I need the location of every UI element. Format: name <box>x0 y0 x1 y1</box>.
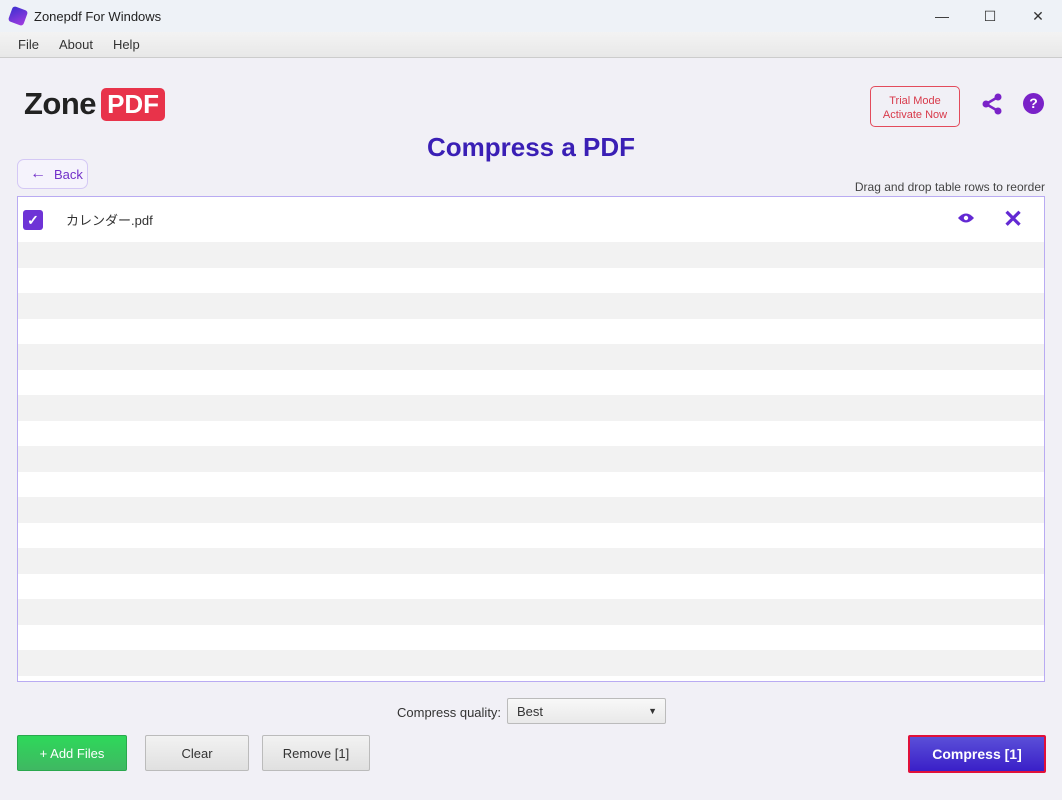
help-icon[interactable]: ? <box>1023 93 1044 114</box>
add-files-button[interactable]: + Add Files <box>17 735 127 771</box>
empty-row <box>18 242 1044 268</box>
arrow-left-icon: ← <box>30 165 46 182</box>
quality-label: Compress quality: <box>397 705 502 720</box>
window-title: Zonepdf For Windows <box>34 8 162 24</box>
eye-icon[interactable] <box>958 212 974 227</box>
app-icon <box>7 5 29 27</box>
logo-text: Zone <box>24 86 97 121</box>
row-checkbox[interactable]: ✓ <box>23 209 43 230</box>
empty-row <box>18 319 1044 345</box>
clear-button[interactable]: Clear <box>145 735 249 771</box>
empty-row <box>18 625 1044 651</box>
empty-row <box>18 497 1044 523</box>
empty-row <box>18 676 1044 682</box>
page-title: Compress a PDF <box>426 132 636 162</box>
empty-row <box>18 370 1044 396</box>
empty-row <box>18 421 1044 447</box>
file-name: カレンダー.pdf <box>66 213 153 228</box>
empty-row <box>18 395 1044 421</box>
menu-bar: File About Help <box>0 32 1062 58</box>
empty-row <box>18 446 1044 472</box>
table-row[interactable]: ✓ カレンダー.pdf ✕ <box>18 197 1044 242</box>
trial-activate-button[interactable]: Trial Mode Activate Now <box>870 86 960 127</box>
empty-row <box>18 650 1044 676</box>
reorder-hint: Drag and drop table rows to reorder <box>854 180 1045 194</box>
empty-row <box>18 548 1044 574</box>
remove-button[interactable]: Remove [1] <box>262 735 370 771</box>
back-button[interactable]: ← Back <box>17 159 88 189</box>
logo: Zone PDF <box>24 86 166 122</box>
empty-row <box>18 293 1044 319</box>
quality-value: Best <box>517 703 544 719</box>
menu-about[interactable]: About <box>59 37 93 52</box>
share-icon[interactable] <box>980 92 1004 119</box>
title-bar: Zonepdf For Windows — ☐ ✕ <box>0 0 1062 32</box>
empty-row <box>18 344 1044 370</box>
file-table: ✓ カレンダー.pdf ✕ <box>17 196 1045 682</box>
minimize-button[interactable]: — <box>918 0 966 32</box>
empty-row <box>18 523 1044 549</box>
empty-row <box>18 574 1044 600</box>
empty-row <box>18 472 1044 498</box>
caret-down-icon: ▼ <box>648 706 657 716</box>
quality-select[interactable]: Best ▼ <box>507 698 666 724</box>
menu-file[interactable]: File <box>18 37 39 52</box>
empty-row <box>18 268 1044 294</box>
logo-badge: PDF <box>101 87 166 121</box>
empty-row <box>18 599 1044 625</box>
close-button[interactable]: ✕ <box>1014 0 1062 32</box>
compress-button[interactable]: Compress [1] <box>908 735 1046 773</box>
menu-help[interactable]: Help <box>113 37 140 52</box>
maximize-button[interactable]: ☐ <box>966 0 1014 32</box>
back-label: Back <box>54 166 83 182</box>
trial-line1: Trial Mode <box>889 95 941 107</box>
remove-file-icon[interactable]: ✕ <box>1003 205 1023 234</box>
trial-line2: Activate Now <box>882 109 948 121</box>
